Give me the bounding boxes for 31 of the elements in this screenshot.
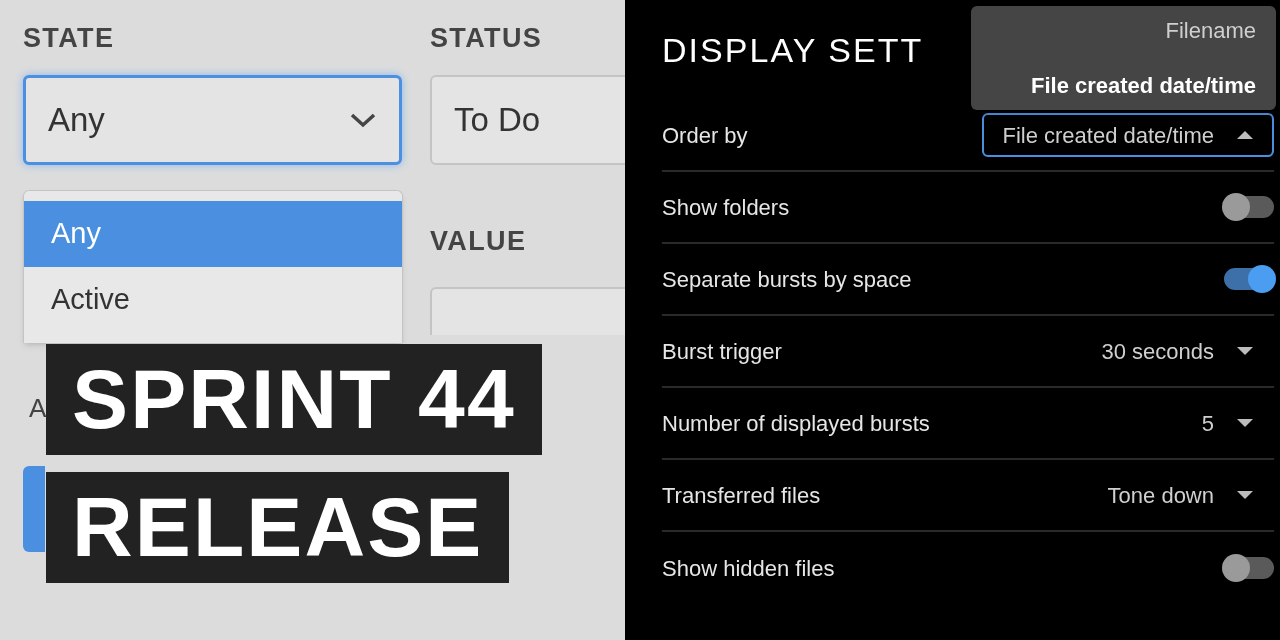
caret-up-icon <box>1236 130 1254 140</box>
banner-title: SPRINT 44 <box>46 344 542 455</box>
dropdown-option[interactable]: File created date/time <box>1031 69 1256 102</box>
toggle-switch[interactable] <box>1224 557 1274 579</box>
dropdown-select[interactable]: 5 <box>1181 401 1274 445</box>
setting-label: Show hidden files <box>662 554 835 583</box>
caret-down-icon <box>1236 490 1254 500</box>
setting-label: Burst trigger <box>662 337 782 366</box>
field-label: STATE <box>23 22 116 55</box>
setting-label: Transferred files <box>662 481 821 510</box>
caret-down-icon <box>1236 346 1254 356</box>
field-label: STATUS <box>430 22 544 55</box>
toggle-switch[interactable] <box>1224 196 1274 218</box>
setting-label: Show folders <box>662 193 790 222</box>
value-input[interactable] <box>430 287 625 335</box>
setting-label: Order by <box>662 121 748 150</box>
toggle-switch[interactable] <box>1224 268 1274 290</box>
dropdown-select[interactable]: 30 seconds <box>1081 329 1274 373</box>
dropdown-option[interactable]: Active <box>24 267 402 333</box>
field-label: A <box>29 392 46 425</box>
field-label: VALUE <box>430 224 528 258</box>
settings-title: DISPLAY SETT <box>662 29 924 71</box>
setting-label: Number of displayed bursts <box>662 409 930 438</box>
dropdown-select[interactable]: File created date/time <box>982 113 1274 157</box>
banner-title: RELEASE <box>46 472 510 583</box>
select-field[interactable]: Any <box>23 74 402 165</box>
setting-label: Separate bursts by space <box>662 265 912 294</box>
dropdown-option[interactable]: Filename <box>1165 14 1256 47</box>
caret-down-icon <box>1236 418 1254 428</box>
select-field[interactable]: To Do <box>430 74 625 165</box>
dropdown-select[interactable]: Tone down <box>1087 473 1274 517</box>
